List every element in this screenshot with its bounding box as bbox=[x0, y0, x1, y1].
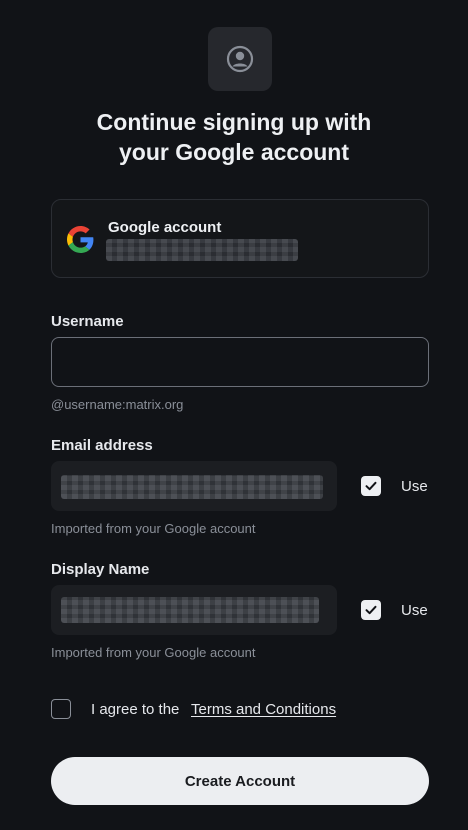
email-use-label[interactable]: Use bbox=[401, 478, 428, 495]
username-input[interactable] bbox=[51, 337, 429, 387]
email-label: Email address bbox=[51, 437, 153, 454]
checkmark-icon bbox=[365, 605, 377, 615]
title-line-2: your Google account bbox=[118, 139, 350, 165]
user-circle-icon bbox=[226, 45, 254, 73]
redacted-email-value bbox=[61, 475, 323, 499]
display-name-use-label[interactable]: Use bbox=[401, 602, 428, 619]
redacted-display-name-value bbox=[61, 597, 319, 623]
redacted-account-email bbox=[106, 239, 298, 261]
email-use-checkbox[interactable] bbox=[361, 476, 381, 496]
create-account-button[interactable]: Create Account bbox=[51, 757, 429, 805]
terms-link[interactable]: Terms and Conditions bbox=[191, 701, 336, 718]
display-name-label: Display Name bbox=[51, 561, 150, 578]
terms-checkbox[interactable] bbox=[51, 699, 71, 719]
google-logo-icon bbox=[67, 226, 94, 253]
account-label: Google account bbox=[108, 219, 222, 236]
signup-page: Continue signing up with your Google acc… bbox=[0, 0, 468, 830]
display-name-use-checkbox[interactable] bbox=[361, 600, 381, 620]
username-label: Username bbox=[51, 313, 124, 330]
checkmark-icon bbox=[365, 481, 377, 491]
display-name-field bbox=[51, 585, 337, 635]
avatar bbox=[208, 27, 272, 91]
username-hint: @username:matrix.org bbox=[51, 397, 184, 412]
page-title: Continue signing up with your Google acc… bbox=[0, 107, 468, 167]
display-name-hint: Imported from your Google account bbox=[51, 645, 256, 660]
email-hint: Imported from your Google account bbox=[51, 521, 256, 536]
terms-agree-text: I agree to the bbox=[91, 701, 180, 718]
email-field bbox=[51, 461, 337, 511]
title-line-1: Continue signing up with bbox=[96, 109, 372, 135]
google-account-card: Google account bbox=[51, 199, 429, 278]
